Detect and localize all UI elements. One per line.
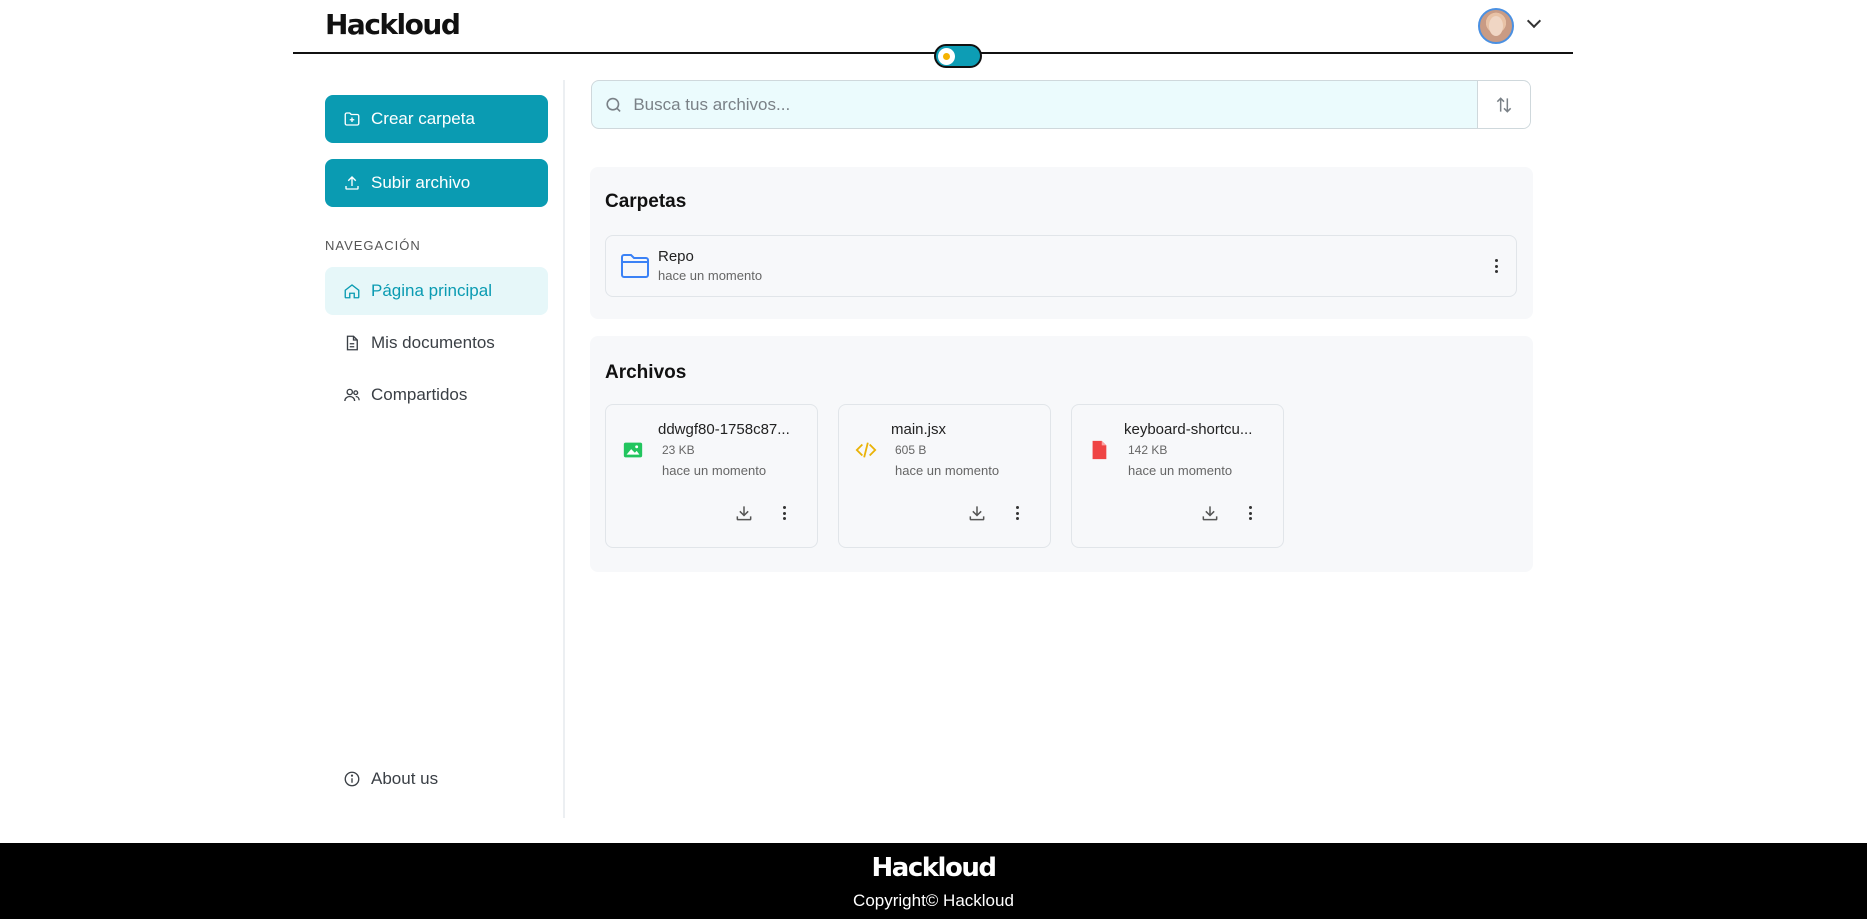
download-icon[interactable] bbox=[1200, 503, 1220, 523]
file-card[interactable]: main.jsx 605 B hace un momento bbox=[838, 404, 1051, 548]
user-avatar[interactable] bbox=[1478, 8, 1514, 44]
about-us-label: About us bbox=[371, 769, 439, 788]
files-title: Archivos bbox=[605, 362, 687, 383]
file-size: 142 KB bbox=[1128, 443, 1168, 457]
sort-button[interactable] bbox=[1477, 81, 1530, 128]
footer-logo: Hackloud bbox=[871, 853, 997, 883]
file-size: 605 B bbox=[895, 443, 927, 457]
file-more-options-icon[interactable] bbox=[774, 503, 794, 523]
upload-file-label: Subir archivo bbox=[371, 173, 471, 192]
sort-arrows-icon bbox=[1496, 96, 1512, 113]
search-bar bbox=[591, 80, 1531, 129]
upload-icon bbox=[345, 176, 359, 190]
users-icon bbox=[344, 388, 360, 402]
files-section: Archivos ddwgf80-1758c87... 23 KB hace u… bbox=[590, 336, 1533, 572]
sidebar-item-label: Compartidos bbox=[371, 385, 468, 404]
sidebar: Crear carpeta Subir archivo NAVEGACIÓN P… bbox=[293, 80, 565, 818]
create-folder-label: Crear carpeta bbox=[371, 109, 475, 128]
file-date: hace un momento bbox=[1128, 463, 1233, 478]
file-size: 23 KB bbox=[662, 443, 695, 457]
sidebar-item-shared[interactable]: Compartidos bbox=[325, 371, 548, 419]
download-icon[interactable] bbox=[967, 503, 987, 523]
file-more-options-icon[interactable] bbox=[1240, 503, 1260, 523]
folder-more-options-icon[interactable] bbox=[1486, 256, 1506, 276]
pdf-file-icon bbox=[1092, 440, 1107, 460]
file-name: ddwgf80-1758c87... bbox=[658, 421, 790, 438]
file-card[interactable]: keyboard-shortcu... 142 KB hace un momen… bbox=[1071, 404, 1284, 548]
chevron-down-icon[interactable] bbox=[1526, 13, 1542, 29]
sidebar-item-label: Mis documentos bbox=[371, 333, 495, 352]
nav-section-title: NAVEGACIÓN bbox=[325, 238, 421, 253]
search-icon bbox=[606, 97, 621, 112]
about-us-link[interactable]: About us bbox=[325, 755, 548, 803]
sidebar-item-home[interactable]: Página principal bbox=[325, 267, 548, 315]
folder-item[interactable]: Repo hace un momento bbox=[605, 235, 1517, 297]
folder-name: Repo bbox=[658, 248, 694, 265]
file-card[interactable]: ddwgf80-1758c87... 23 KB hace un momento bbox=[605, 404, 818, 548]
file-name: main.jsx bbox=[891, 421, 947, 438]
sidebar-item-label: Página principal bbox=[371, 281, 492, 300]
theme-toggle[interactable] bbox=[934, 44, 982, 68]
folders-section: Carpetas Repo hace un momento bbox=[590, 167, 1533, 319]
footer: Hackloud Copyright© Hackloud bbox=[0, 843, 1867, 919]
download-icon[interactable] bbox=[734, 503, 754, 523]
search-field bbox=[592, 81, 1477, 128]
folder-icon bbox=[621, 254, 649, 278]
folder-date: hace un momento bbox=[658, 268, 763, 283]
document-icon bbox=[346, 335, 358, 351]
upload-file-button[interactable]: Subir archivo bbox=[325, 159, 548, 207]
sidebar-item-my-documents[interactable]: Mis documentos bbox=[325, 319, 548, 367]
folders-title: Carpetas bbox=[605, 191, 687, 212]
file-name: keyboard-shortcu... bbox=[1124, 421, 1253, 438]
search-input[interactable] bbox=[633, 94, 1477, 115]
create-folder-button[interactable]: Crear carpeta bbox=[325, 95, 548, 143]
sun-icon bbox=[938, 48, 955, 65]
code-icon bbox=[855, 442, 877, 458]
file-date: hace un momento bbox=[662, 463, 767, 478]
home-icon bbox=[344, 284, 360, 299]
file-date: hace un momento bbox=[895, 463, 1000, 478]
info-icon bbox=[344, 771, 360, 787]
image-icon bbox=[623, 442, 643, 458]
file-more-options-icon[interactable] bbox=[1007, 503, 1027, 523]
copyright-text: Copyright© Hackloud bbox=[853, 891, 1014, 910]
app-logo[interactable]: Hackloud bbox=[325, 8, 461, 41]
top-header: Hackloud bbox=[293, 0, 1573, 54]
folder-plus-icon bbox=[344, 112, 360, 126]
